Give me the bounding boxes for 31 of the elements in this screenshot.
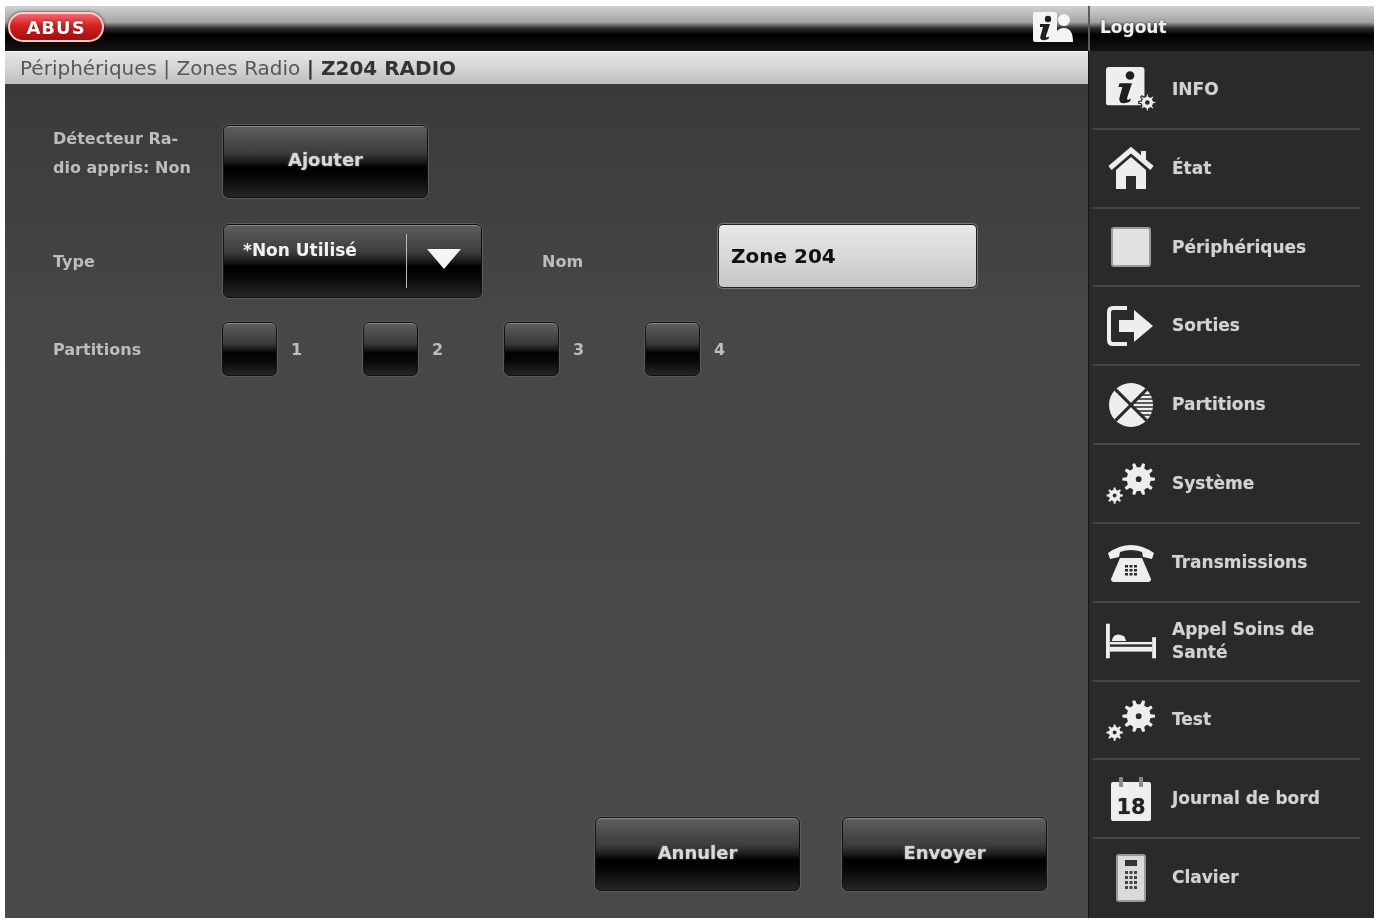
gears-icon	[1106, 461, 1156, 506]
field-label: Nom	[541, 250, 585, 273]
breadcrumb: Périphériques | Zones Radio | Z204 RADIO	[5, 51, 1088, 84]
status-label: Détecteur Ra- dio appris: Non	[53, 127, 191, 179]
checkbox-label: 4	[714, 339, 726, 359]
checkbox-label: 3	[573, 339, 585, 359]
square-icon	[1111, 227, 1151, 268]
checkbox[interactable]	[222, 322, 277, 376]
logout-link[interactable]: Logout	[1100, 16, 1167, 38]
checkbox[interactable]	[504, 322, 559, 376]
info-gear-icon	[1106, 66, 1156, 113]
exit-arrow-icon	[1107, 305, 1155, 346]
checkbox-label: 2	[432, 339, 444, 359]
checkbox[interactable]	[645, 322, 700, 376]
brand-logo: ABUS	[8, 12, 104, 42]
add-button[interactable]: Ajouter	[223, 125, 428, 198]
type-dropdown[interactable]: *Non Utilisé	[223, 224, 482, 298]
send-button[interactable]: Envoyer	[842, 817, 1047, 891]
name-input[interactable]: Zone 204	[718, 224, 977, 288]
caret-icon	[427, 249, 461, 269]
bed-icon	[1106, 623, 1156, 660]
field-label: Type	[53, 250, 96, 273]
pie-icon	[1108, 381, 1154, 428]
checkbox[interactable]	[363, 322, 418, 376]
field-label: Partitions	[53, 338, 143, 361]
cancel-button[interactable]: Annuler	[595, 817, 800, 891]
checkbox-label: 1	[291, 339, 303, 359]
gears-icon	[1106, 697, 1156, 742]
info-user-icon[interactable]	[1033, 12, 1073, 42]
house-icon	[1107, 146, 1155, 191]
keypad-icon	[1116, 853, 1146, 902]
